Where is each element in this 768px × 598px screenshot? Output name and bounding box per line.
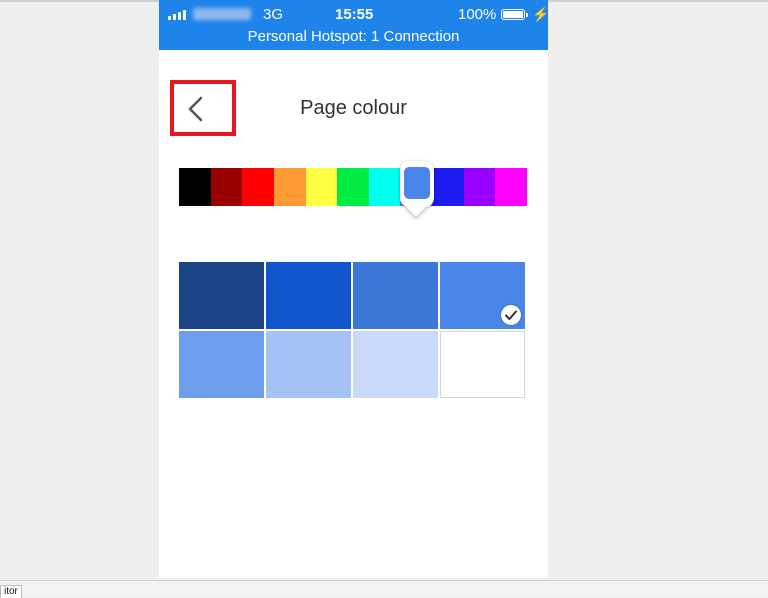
- shade-swatch[interactable]: [179, 331, 264, 398]
- hotspot-banner[interactable]: Personal Hotspot: 1 Connection: [159, 28, 548, 46]
- hue-swatch[interactable]: [273, 168, 306, 206]
- network-type: 3G: [263, 6, 284, 23]
- hue-swatch[interactable]: [210, 168, 243, 206]
- shade-swatch[interactable]: [266, 331, 351, 398]
- shade-swatch[interactable]: [440, 331, 525, 398]
- hue-swatch[interactable]: [432, 168, 464, 206]
- hue-swatch[interactable]: [305, 168, 338, 206]
- hue-selector-handle[interactable]: [400, 161, 434, 207]
- shade-grid: [179, 262, 527, 400]
- selected-hue-swatch: [404, 167, 430, 199]
- hue-swatch[interactable]: [463, 168, 496, 206]
- battery-icon: [501, 9, 528, 20]
- shade-swatch[interactable]: [179, 262, 264, 329]
- check-icon: [501, 305, 521, 325]
- signal-strength-icon: [168, 10, 186, 20]
- hue-swatch[interactable]: [242, 168, 274, 206]
- carrier-name-blurred: [193, 8, 251, 20]
- hue-swatch[interactable]: [368, 168, 401, 206]
- bottom-tab-label[interactable]: itor: [0, 585, 22, 598]
- shade-swatch[interactable]: [353, 262, 438, 329]
- status-time: 15:55: [335, 6, 374, 23]
- page-title: Page colour: [300, 97, 407, 119]
- shade-swatch[interactable]: [266, 262, 351, 329]
- shade-swatch[interactable]: [353, 331, 438, 398]
- hue-swatch[interactable]: [495, 168, 528, 206]
- shade-swatch[interactable]: [440, 262, 525, 329]
- hue-swatch[interactable]: [179, 168, 211, 206]
- phone-screen: 3G 15:55 100% ⚡ Personal Hotspot: 1 Conn…: [159, 0, 550, 578]
- battery-percentage: 100%: [458, 6, 497, 23]
- window-bottom-bar: itor: [0, 580, 768, 598]
- hue-swatch[interactable]: [337, 168, 369, 206]
- hue-palette: [179, 168, 528, 206]
- status-bar: 3G 15:55 100% ⚡ Personal Hotspot: 1 Conn…: [159, 0, 550, 50]
- charging-icon: ⚡: [532, 6, 550, 22]
